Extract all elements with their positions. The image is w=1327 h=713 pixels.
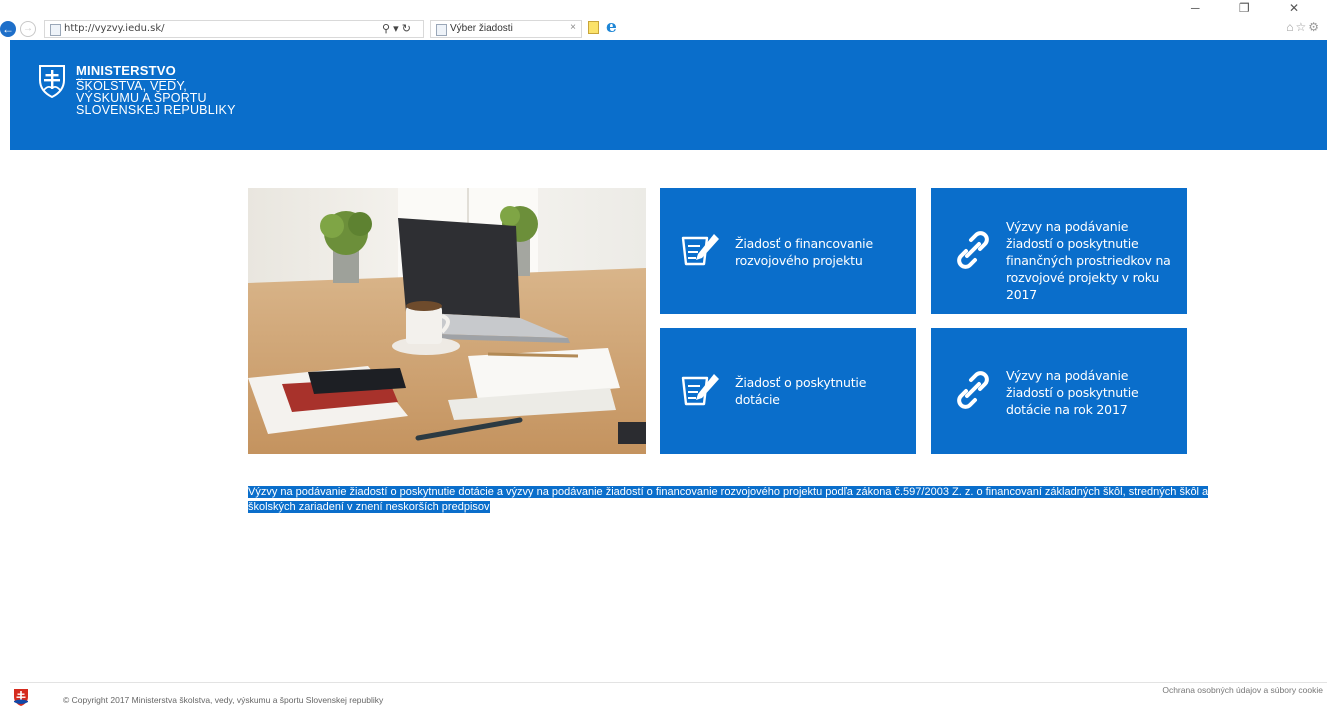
- form-edit-icon: [681, 234, 719, 266]
- tile-grant-application[interactable]: Žiadosť o poskytnutie dotácie: [660, 328, 916, 454]
- tile-label: Výzvy na podávanie žiadostí o poskytnuti…: [1006, 368, 1139, 417]
- tab-title: Výber žiadosti: [450, 23, 513, 34]
- tab-close-icon[interactable]: ×: [570, 22, 576, 33]
- url-text[interactable]: http://vyzvy.iedu.sk/: [64, 23, 164, 34]
- forward-button[interactable]: →: [20, 21, 36, 37]
- tile-label: Žiadosť o financovanie rozvojového proje…: [735, 236, 873, 268]
- site-header: MINISTERSTVO ŠKOLSTVA, VEDY, VÝSKUMU A Š…: [10, 40, 1327, 150]
- ministry-name[interactable]: MINISTERSTVO ŠKOLSTVA, VEDY, VÝSKUMU A Š…: [76, 63, 236, 117]
- footer-coat-of-arms-icon: [14, 689, 28, 706]
- tile-label: Výzvy na podávanie žiadostí o poskytnuti…: [1006, 219, 1171, 302]
- description-text: Výzvy na podávanie žiadostí o poskytnuti…: [248, 486, 1209, 513]
- ie-logo-icon: e: [606, 17, 617, 37]
- footer-divider: [10, 682, 1327, 683]
- tab-page-icon: [436, 24, 447, 36]
- ministry-name-line4: SLOVENSKEJ REPUBLIKY: [76, 103, 236, 117]
- tile-grant-calls-2017[interactable]: Výzvy na podávanie žiadostí o poskytnuti…: [931, 328, 1187, 454]
- link-icon: [957, 371, 989, 409]
- new-tab-icon[interactable]: [588, 21, 599, 34]
- tile-development-project-application[interactable]: Žiadosť o financovanie rozvojového proje…: [660, 188, 916, 314]
- link-icon: [957, 231, 989, 269]
- browser-tab[interactable]: Výber žiadosti ×: [430, 20, 582, 38]
- tile-development-calls-2017[interactable]: Výzvy na podávanie žiadostí o poskytnuti…: [931, 188, 1187, 314]
- privacy-cookies-link[interactable]: Ochrana osobných údajov a súbory cookie: [1162, 685, 1323, 695]
- page-description: Výzvy na podávanie žiadostí o poskytnuti…: [248, 485, 1248, 515]
- browser-toolbar: ← → http://vyzvy.iedu.sk/ ⚲ ▾ ↻ Výber ži…: [0, 0, 1327, 40]
- coat-of-arms-icon[interactable]: [38, 64, 66, 98]
- back-button[interactable]: ←: [0, 21, 16, 37]
- search-refresh-icons[interactable]: ⚲ ▾ ↻: [382, 22, 411, 35]
- copyright-text: © Copyright 2017 Ministerstva školstva, …: [63, 695, 384, 705]
- address-bar[interactable]: http://vyzvy.iedu.sk/ ⚲ ▾ ↻: [44, 20, 424, 38]
- tile-label: Žiadosť o poskytnutie dotácie: [735, 375, 867, 407]
- page-icon: [50, 24, 61, 36]
- ministry-name-line1: MINISTERSTVO: [76, 63, 176, 80]
- window-controls[interactable]: ─ ❐ ✕: [1191, 1, 1317, 15]
- form-edit-icon: [681, 374, 719, 406]
- home-favorites-settings-icons[interactable]: ⌂☆⚙: [1286, 20, 1321, 34]
- hero-desk-photo: [248, 188, 646, 454]
